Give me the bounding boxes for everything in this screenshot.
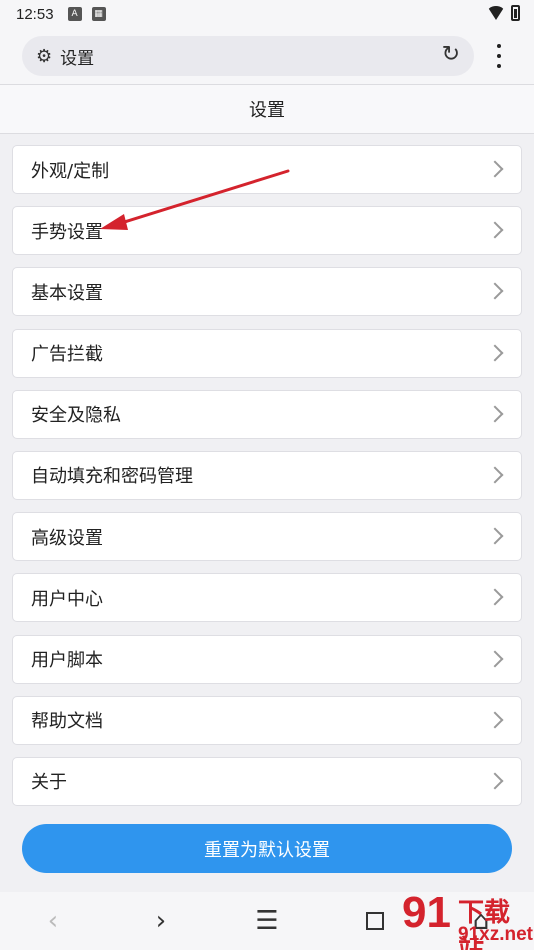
watermark-logo: 91 下载站 91xz.net xyxy=(400,888,534,950)
back-icon[interactable]: ‹ xyxy=(38,906,68,936)
chevron-right-icon xyxy=(486,527,504,545)
settings-item-user-center[interactable]: 用户中心 xyxy=(12,573,522,623)
tabs-icon[interactable] xyxy=(360,906,390,930)
watermark-site: 91xz.net xyxy=(458,924,533,945)
settings-item-label: 自动填充和密码管理 xyxy=(31,466,193,488)
chevron-right-icon xyxy=(486,221,504,239)
settings-item-label: 安全及隐私 xyxy=(31,405,121,427)
settings-item-label: 用户中心 xyxy=(31,588,103,610)
settings-item-user-scripts[interactable]: 用户脚本 xyxy=(12,634,522,684)
settings-item-label: 关于 xyxy=(31,772,67,794)
reset-defaults-button[interactable]: 重置为默认设置 xyxy=(22,824,512,873)
settings-item-basic[interactable]: 基本设置 xyxy=(12,267,522,317)
settings-item-label: 用户脚本 xyxy=(31,650,103,671)
a-icon: A xyxy=(67,7,82,21)
settings-item-label: 手势设置 xyxy=(31,221,103,243)
settings-item-gestures[interactable]: 手势设置 xyxy=(12,206,522,256)
settings-item-label: 基本设置 xyxy=(31,282,103,304)
url-bar[interactable]: ⚙ 设置 ↻ xyxy=(22,36,474,76)
settings-item-help-docs[interactable]: 帮助文档 xyxy=(12,695,522,745)
forward-icon[interactable]: › xyxy=(146,906,176,936)
status-time: 12:53 xyxy=(16,5,54,23)
settings-item-about[interactable]: 关于 xyxy=(12,756,522,806)
settings-item-adblock[interactable]: 广告拦截 xyxy=(12,328,522,378)
watermark-number: 91 xyxy=(402,888,451,937)
settings-item-autofill-passwords[interactable]: 自动填充和密码管理 xyxy=(12,450,522,500)
settings-item-security-privacy[interactable]: 安全及隐私 xyxy=(12,389,522,439)
chevron-right-icon xyxy=(486,466,504,484)
chevron-right-icon xyxy=(486,405,504,423)
gear-icon: ⚙ xyxy=(36,45,53,67)
url-text: 设置 xyxy=(60,48,95,69)
settings-item-appearance[interactable]: 外观/定制 xyxy=(12,145,522,194)
settings-item-label: 外观/定制 xyxy=(31,160,110,182)
rms-icon: ▦ xyxy=(91,7,106,21)
status-bar: 12:53 A ▦ xyxy=(0,0,534,28)
chevron-right-icon xyxy=(486,344,504,362)
battery-icon xyxy=(511,5,520,21)
chevron-right-icon xyxy=(486,282,504,300)
chevron-right-icon xyxy=(486,772,504,790)
settings-item-label: 广告拦截 xyxy=(31,344,103,366)
chevron-right-icon xyxy=(486,160,504,178)
page-title: 设置 xyxy=(0,84,534,134)
browser-toolbar: ⚙ 设置 ↻ xyxy=(0,28,534,84)
chevron-right-icon xyxy=(486,588,504,606)
wifi-icon xyxy=(487,6,505,20)
menu-icon[interactable]: ☰ xyxy=(252,906,282,936)
chevron-right-icon xyxy=(486,711,504,729)
reload-icon[interactable]: ↻ xyxy=(442,42,460,67)
settings-item-advanced[interactable]: 高级设置 xyxy=(12,512,522,562)
settings-list: 外观/定制 手势设置 基本设置 广告拦截 安全及隐私 自动填充和密码管理 高级设… xyxy=(12,145,522,818)
settings-item-label: 高级设置 xyxy=(31,527,103,549)
more-menu-icon[interactable] xyxy=(488,44,510,68)
chevron-right-icon xyxy=(486,650,504,667)
settings-item-label: 帮助文档 xyxy=(31,711,103,733)
